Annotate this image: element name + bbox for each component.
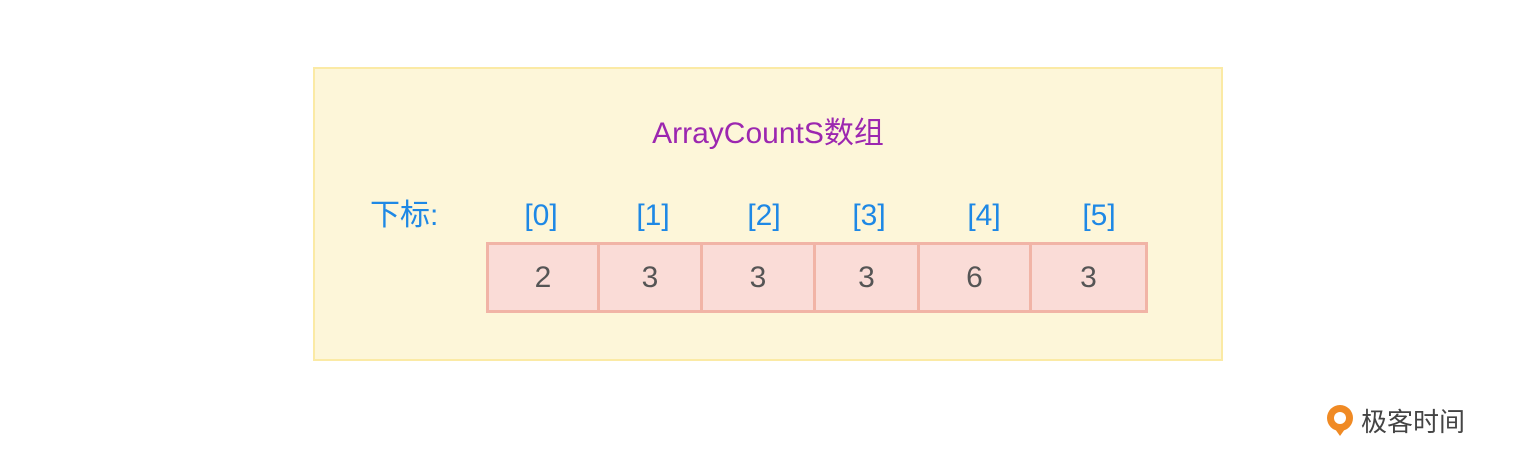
- index-0: [0]: [524, 199, 558, 232]
- array-cell-2: 3: [700, 242, 816, 313]
- index-3: [3]: [852, 199, 886, 232]
- geektime-logo-icon: [1327, 405, 1353, 436]
- array-cell-3: 3: [813, 242, 920, 313]
- array-cell-1: 3: [597, 242, 703, 313]
- array-cell-4: 6: [917, 242, 1032, 313]
- array-cell-5: 3: [1029, 242, 1148, 313]
- index-5: [5]: [1082, 199, 1116, 232]
- array-title: ArrayCountS数组: [652, 117, 884, 150]
- array-cell-0: 2: [486, 242, 600, 313]
- index-2: [2]: [747, 199, 781, 232]
- index-4: [4]: [967, 199, 1001, 232]
- brand-logo: 极客时间: [1323, 400, 1465, 440]
- index-1: [1]: [636, 199, 670, 232]
- index-label: 下标:: [370, 199, 439, 232]
- brand-text: 极客时间: [1361, 406, 1466, 437]
- array-cells: 2 3 3 3 6 3: [486, 242, 1148, 313]
